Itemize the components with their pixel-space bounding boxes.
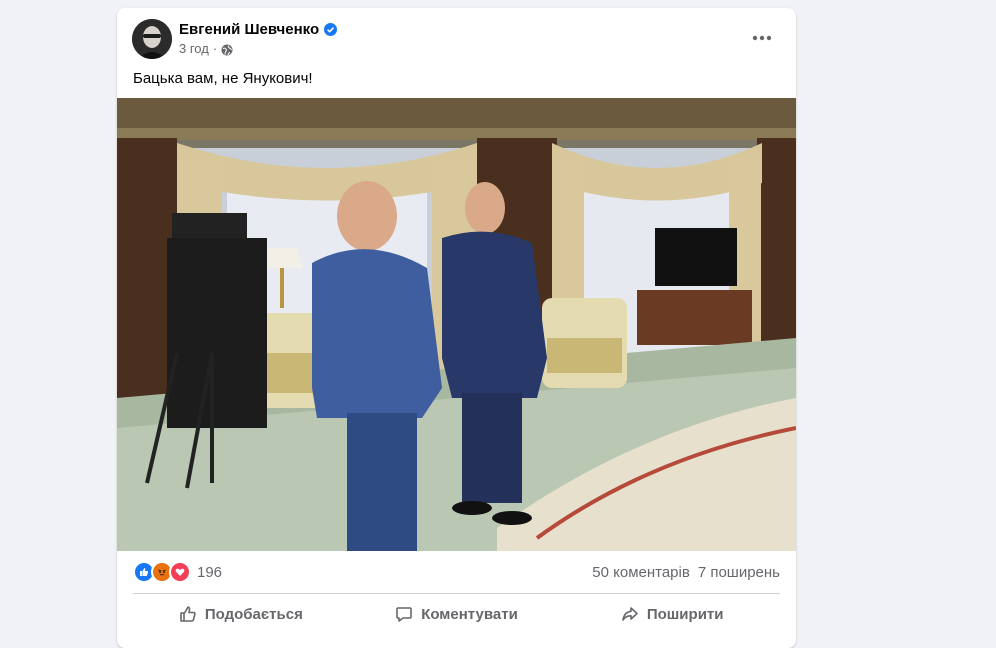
meta-separator: · <box>212 41 218 56</box>
post-text: Бацька вам, не Янукович! <box>133 70 313 87</box>
share-button[interactable]: Поширити <box>564 598 780 630</box>
reaction-count: 196 <box>197 563 223 581</box>
share-icon <box>622 607 638 621</box>
reactions-summary[interactable]: 196 <box>133 561 222 583</box>
share-label: Поширити <box>646 605 724 623</box>
post-photo[interactable] <box>117 98 796 551</box>
shares-count[interactable]: 7 поширень <box>698 564 780 581</box>
avatar[interactable] <box>132 19 172 59</box>
divider <box>133 593 780 594</box>
reactions-row: 196 50 коментарів 7 поширень <box>133 561 780 583</box>
verified-badge-icon <box>324 23 338 36</box>
author-row: Евгений Шевченко <box>179 21 338 38</box>
more-icon <box>752 35 772 41</box>
post-meta: 3 год · <box>179 41 233 56</box>
comment-button[interactable]: Коментувати <box>349 598 565 630</box>
reaction-icons <box>133 561 191 583</box>
post-stats: 50 коментарів 7 поширень <box>592 564 780 581</box>
like-button[interactable]: Подобається <box>133 598 349 630</box>
like-label: Подобається <box>204 605 303 623</box>
post-card: Евгений Шевченко 3 год · Бацька вам, не … <box>117 8 796 648</box>
globe-icon[interactable] <box>221 43 233 55</box>
post-time[interactable]: 3 год <box>179 41 209 56</box>
author-name[interactable]: Евгений Шевченко <box>179 21 319 38</box>
post-header: Евгений Шевченко 3 год · <box>117 8 796 68</box>
thumbs-up-icon <box>180 606 196 622</box>
love-icon <box>169 561 191 583</box>
more-options-button[interactable] <box>744 26 780 50</box>
comment-label: Коментувати <box>421 605 518 623</box>
comments-count[interactable]: 50 коментарів <box>592 564 690 581</box>
post-actions: Подобається Коментувати Поширити <box>133 598 780 630</box>
comment-icon <box>396 607 412 622</box>
